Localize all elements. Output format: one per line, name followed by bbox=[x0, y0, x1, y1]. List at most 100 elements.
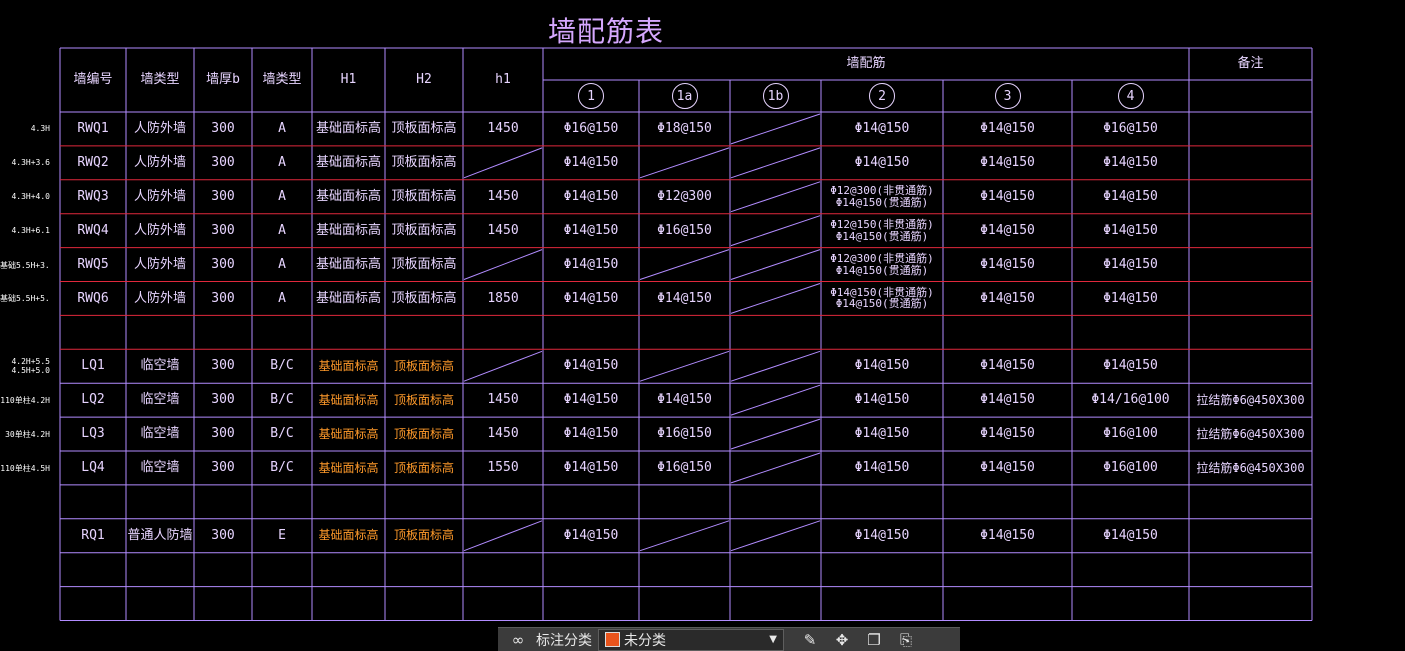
empty-cell-diagonal bbox=[639, 350, 730, 382]
table-cell: 临空墙 bbox=[140, 460, 180, 476]
table-cell: 人防外墙 bbox=[133, 121, 186, 137]
table-cell: Φ16@150 bbox=[1103, 121, 1158, 137]
table-cell: Φ14@150 bbox=[1103, 188, 1158, 204]
table-cell: Φ14@150 bbox=[563, 358, 619, 374]
table-cell: 1450 bbox=[487, 426, 519, 442]
row-side-label: 基础5.5H+5.4 bbox=[0, 294, 50, 304]
table-cell: 拉结筋Φ6@450X300 bbox=[1196, 426, 1305, 441]
table-cell: Φ14@150 bbox=[563, 460, 619, 476]
rebar-column-number: 1a bbox=[671, 83, 698, 109]
table-cell: Φ14@150 bbox=[563, 256, 619, 272]
table-cell: Φ14@150 bbox=[657, 290, 712, 306]
table-cell: Φ14@150 bbox=[854, 460, 910, 476]
rebar-column-number: 2 bbox=[869, 83, 895, 109]
header-cell: 墙厚b bbox=[206, 72, 240, 88]
table-cell: 基础面标高 bbox=[318, 426, 379, 441]
row-side-label: 基础5.5H+3.7 bbox=[0, 260, 50, 270]
table-cell: Φ16@150 bbox=[657, 222, 712, 238]
edit-icon[interactable]: ✎ bbox=[798, 630, 822, 650]
table-cell: LQ1 bbox=[81, 358, 105, 374]
rebar-column-number: 3 bbox=[994, 83, 1021, 109]
copy-icon[interactable]: ❐ bbox=[862, 630, 886, 650]
toolbar-label: 标注分类 bbox=[536, 632, 592, 649]
table-cell: 300 bbox=[211, 426, 235, 442]
table-cell: Φ14@150 bbox=[980, 222, 1035, 238]
table-cell: 300 bbox=[211, 222, 235, 238]
table-cell: Φ14@150 bbox=[980, 256, 1035, 272]
table-cell: A bbox=[278, 121, 286, 137]
table-cell: 300 bbox=[211, 256, 235, 272]
chevron-down-icon: ▼ bbox=[769, 634, 777, 645]
empty-cell-diagonal bbox=[463, 520, 543, 552]
table-cell: 人防外墙 bbox=[133, 222, 186, 238]
table-cell: 300 bbox=[211, 121, 235, 137]
table-cell: 临空墙 bbox=[140, 426, 180, 442]
empty-cell-diagonal bbox=[730, 249, 821, 280]
table-cell: Φ14@150 bbox=[854, 121, 910, 137]
table-cell: 顶板面标高 bbox=[393, 528, 454, 543]
table-cell: Φ14@150 bbox=[980, 527, 1035, 543]
table-cell: 顶板面标高 bbox=[391, 290, 457, 306]
table-cell: 1450 bbox=[487, 121, 519, 137]
table-cell: 基础面标高 bbox=[315, 222, 381, 238]
table-cell: 基础面标高 bbox=[315, 155, 381, 171]
header-cell: h1 bbox=[495, 72, 511, 88]
table-cell: Φ14@150(非贯通筋) Φ14@150(贯通筋) bbox=[830, 285, 934, 311]
empty-cell-diagonal bbox=[730, 147, 821, 179]
table-cell: 1450 bbox=[487, 188, 519, 204]
table-cell: 1450 bbox=[487, 392, 519, 408]
table-cell: 拉结筋Φ6@450X300 bbox=[1196, 392, 1305, 407]
empty-cell-diagonal bbox=[730, 215, 821, 247]
table-cell: 人防外墙 bbox=[133, 188, 186, 204]
move-icon[interactable]: ✥ bbox=[830, 630, 854, 650]
category-select[interactable]: 未分类 ▼ bbox=[598, 628, 784, 651]
link-icon[interactable]: ∞ bbox=[506, 630, 530, 650]
table-cell: Φ14@150 bbox=[854, 426, 910, 442]
empty-cell-diagonal bbox=[639, 147, 730, 179]
rebar-column-number: 1 bbox=[578, 83, 604, 109]
table-cell: Φ14@150 bbox=[563, 222, 619, 238]
header-cell-remark: 备注 bbox=[1237, 56, 1264, 72]
header-cell: 墙类型 bbox=[140, 72, 180, 88]
table-cell: 拉结筋Φ6@450X300 bbox=[1196, 460, 1305, 475]
table-cell: Φ14@150 bbox=[1103, 527, 1158, 543]
empty-cell-diagonal bbox=[730, 418, 821, 450]
row-side-label: 4.3H+6.1 bbox=[11, 225, 50, 235]
table-cell: 基础面标高 bbox=[315, 256, 381, 272]
table-cell: B/C bbox=[270, 392, 294, 408]
table-cell: 1450 bbox=[487, 222, 519, 238]
empty-cell-diagonal bbox=[730, 384, 821, 416]
table-cell: Φ14@150 bbox=[563, 426, 619, 442]
table-cell: Φ14@150 bbox=[980, 155, 1035, 171]
table-cell: Φ14@150 bbox=[980, 188, 1035, 204]
table-cell: Φ14@150 bbox=[1103, 358, 1158, 374]
empty-cell-diagonal bbox=[463, 350, 543, 382]
table-cell: 基础面标高 bbox=[318, 528, 379, 543]
table-cell: B/C bbox=[270, 358, 294, 374]
table-cell: RWQ3 bbox=[77, 188, 109, 204]
table-cell: LQ4 bbox=[81, 460, 105, 476]
paste-icon[interactable]: ⎘ bbox=[894, 630, 918, 650]
table-cell: Φ14@150 bbox=[563, 392, 619, 408]
table-cell: 300 bbox=[211, 290, 235, 306]
table-cell: B/C bbox=[270, 426, 294, 442]
table-cell: Φ16@150 bbox=[563, 121, 619, 137]
table-cell: 顶板面标高 bbox=[391, 188, 457, 204]
rebar-column-number: 1b bbox=[762, 83, 789, 109]
table-cell: 顶板面标高 bbox=[393, 358, 454, 373]
table-cell: 基础面标高 bbox=[318, 460, 379, 475]
row-side-label: 4.3H+4.0 bbox=[11, 191, 50, 201]
table-cell: Φ14@150 bbox=[980, 121, 1035, 137]
header-cell-rebar: 墙配筋 bbox=[846, 56, 886, 72]
table-cell: A bbox=[278, 188, 286, 204]
table-cell: Φ14@150 bbox=[980, 426, 1035, 442]
table-cell: 临空墙 bbox=[140, 392, 180, 408]
header-cell: 墙编号 bbox=[73, 72, 113, 88]
table-cell: Φ14@150 bbox=[854, 358, 910, 374]
table-cell: LQ2 bbox=[81, 392, 105, 408]
table-cell: A bbox=[278, 222, 286, 238]
category-color-swatch bbox=[605, 632, 620, 647]
table-cell: Φ16@150 bbox=[657, 460, 712, 476]
table-cell: Φ14@150 bbox=[854, 527, 910, 543]
table-cell: LQ3 bbox=[81, 426, 105, 442]
